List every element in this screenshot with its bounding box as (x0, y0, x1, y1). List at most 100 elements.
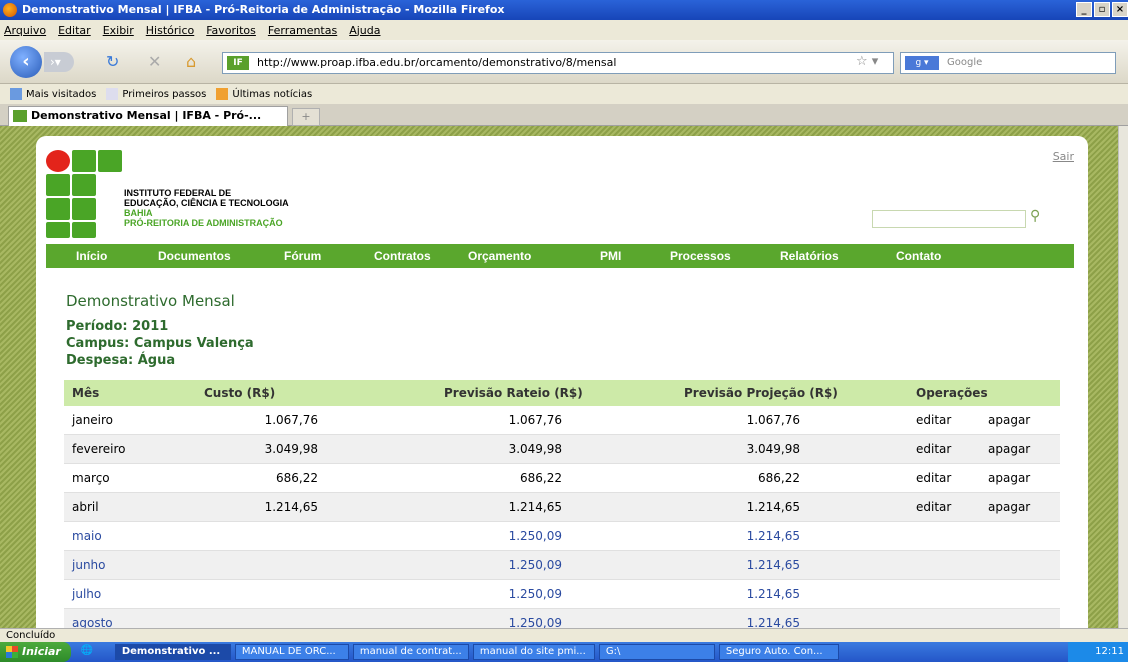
edit-link[interactable]: editar (916, 435, 951, 464)
cell-rateio: 1.250,09 (508, 616, 562, 628)
menubar: Arquivo Editar Exibir Histórico Favorito… (0, 20, 1128, 40)
table-row: abril 1.214,65 1.214,65 1.214,65 editar apaga… (64, 493, 1060, 522)
table-row: maio 1.250,09 1.214,65 (64, 522, 1060, 551)
nav-processos[interactable]: Processos (670, 249, 731, 263)
table-row: agosto 1.250,09 1.214,65 (64, 609, 1060, 628)
edit-link[interactable]: editar (916, 406, 951, 435)
header-rateio: Previsão Rateio (R$) (444, 386, 583, 400)
menu-historico[interactable]: Histórico (146, 24, 194, 37)
bookmarks-toolbar: Mais visitados Primeiros passos Últimas … (0, 84, 1128, 104)
taskbar-item-manual-pmi[interactable]: manual do site pmi... (472, 644, 595, 660)
menu-exibir[interactable]: Exibir (103, 24, 134, 37)
edit-link[interactable]: editar (916, 493, 951, 522)
logo-red-circle (46, 150, 70, 172)
system-clock: 12:11 (1068, 642, 1128, 662)
table-body: janeiro 1.067,76 1.067,76 1.067,76 editar apa… (64, 406, 1060, 628)
bookmark-primeiros-passos[interactable]: Primeiros passos (106, 88, 206, 100)
navigation-toolbar: ‹ ›▾ ↻ ✕ ⌂ IF http://www.proap.ifba.edu.… (0, 40, 1128, 84)
search-icon[interactable]: ⚲ (1030, 208, 1040, 224)
search-engine-icon[interactable]: g ▾ (905, 56, 939, 70)
delete-link[interactable]: apagar (988, 435, 1030, 464)
cell-mes[interactable]: junho (72, 551, 106, 580)
report-info: Período: 2011 Campus: Campus Valença Des… (66, 318, 254, 369)
browser-search-input[interactable]: g ▾ Google (900, 52, 1116, 74)
cell-mes: março (72, 471, 110, 485)
bookmark-mais-visitados[interactable]: Mais visitados (10, 88, 96, 100)
taskbar-item-drive-g[interactable]: G:\ (598, 644, 715, 660)
reload-icon[interactable]: ↻ (106, 52, 119, 72)
cell-mes[interactable]: maio (72, 522, 102, 551)
cell-projecao: 1.214,65 (746, 587, 800, 601)
header-mes: Mês (72, 386, 100, 400)
cell-projecao: 3.049,98 (746, 442, 800, 456)
url-text: http://www.proap.ifba.edu.br/orcamento/d… (257, 56, 617, 69)
monthly-table: Mês Custo (R$) Previsão Rateio (R$) Prev… (64, 380, 1060, 628)
tab-title: Demonstrativo Mensal | IFBA - Pró-... (31, 109, 262, 122)
cell-mes[interactable]: julho (72, 580, 101, 609)
header-projecao: Previsão Projeção (R$) (684, 386, 838, 400)
window-title: Demonstrativo Mensal | IFBA - Pró-Reitor… (22, 3, 505, 16)
nav-contato[interactable]: Contato (896, 249, 941, 263)
taskbar-item-demonstrativo[interactable]: Demonstrativo ... (114, 644, 231, 660)
tab-demonstrativo[interactable]: Demonstrativo Mensal | IFBA - Pró-... (8, 106, 288, 126)
nav-contratos[interactable]: Contratos (374, 249, 431, 263)
bookmark-ultimas-noticias[interactable]: Últimas notícias (216, 88, 312, 100)
periodo-label: Período: 2011 (66, 319, 169, 334)
cell-mes: janeiro (72, 413, 114, 427)
menu-editar[interactable]: Editar (58, 24, 91, 37)
cell-custo: 1.214,65 (264, 500, 318, 514)
menu-ajuda[interactable]: Ajuda (349, 24, 380, 37)
nav-forum[interactable]: Fórum (284, 249, 321, 263)
url-bar[interactable]: IF http://www.proap.ifba.edu.br/orcament… (222, 52, 894, 74)
minimize-button[interactable]: _ (1076, 2, 1092, 17)
menu-ferramentas[interactable]: Ferramentas (268, 24, 337, 37)
cell-mes[interactable]: agosto (72, 609, 113, 628)
delete-link[interactable]: apagar (988, 464, 1030, 493)
nav-inicio[interactable]: Início (76, 249, 107, 263)
cell-custo: 1.067,76 (264, 413, 318, 427)
taskbar-item-manual-contrat[interactable]: manual de contrat... (352, 644, 469, 660)
header-custo: Custo (R$) (204, 386, 276, 400)
page-container: INSTITUTO FEDERAL DE EDUCAÇÃO, CIÊNCIA E… (36, 136, 1088, 628)
nav-orcamento[interactable]: Orçamento (468, 249, 531, 263)
cell-rateio: 1.214,65 (508, 500, 562, 514)
header-operacoes: Operações (916, 386, 988, 400)
edit-link[interactable]: editar (916, 464, 951, 493)
back-arrow-icon[interactable]: ‹ (10, 46, 42, 78)
tab-strip: Demonstrativo Mensal | IFBA - Pró-... + (0, 104, 1128, 126)
table-row: fevereiro 3.049,98 3.049,98 3.049,98 editar a… (64, 435, 1060, 464)
cell-rateio: 1.250,09 (508, 558, 562, 572)
new-tab-button[interactable]: + (292, 108, 320, 126)
cell-mes: fevereiro (72, 442, 126, 456)
start-button[interactable]: Iniciar (0, 642, 71, 662)
page-icon (106, 88, 119, 100)
quick-launch-icons[interactable]: 🌐 (75, 644, 111, 660)
taskbar-item-manual-orc[interactable]: MANUAL DE ORC... (234, 644, 349, 660)
vertical-scrollbar[interactable] (1118, 126, 1128, 628)
table-row: março 686,22 686,22 686,22 editar apagar (64, 464, 1060, 493)
taskbar-item-seguro[interactable]: Seguro Auto. Con... (718, 644, 839, 660)
firefox-icon (3, 3, 17, 17)
nav-documentos[interactable]: Documentos (158, 249, 231, 263)
delete-link[interactable]: apagar (988, 493, 1030, 522)
forward-arrow-icon[interactable]: ›▾ (44, 52, 74, 72)
cell-custo: 686,22 (276, 471, 318, 485)
cell-rateio: 1.250,09 (508, 587, 562, 601)
nav-relatorios[interactable]: Relatórios (780, 249, 839, 263)
site-favicon: IF (227, 56, 249, 70)
close-button[interactable]: × (1112, 2, 1128, 17)
cell-rateio: 1.067,76 (508, 413, 562, 427)
maximize-button[interactable]: ▫ (1094, 2, 1110, 17)
cell-projecao: 1.214,65 (746, 529, 800, 543)
window-titlebar: Demonstrativo Mensal | IFBA - Pró-Reitor… (0, 0, 1128, 20)
home-icon[interactable]: ⌂ (186, 52, 196, 72)
menu-arquivo[interactable]: Arquivo (4, 24, 46, 37)
logout-link[interactable]: Sair (1053, 150, 1074, 163)
site-search-input[interactable] (872, 210, 1026, 228)
delete-link[interactable]: apagar (988, 406, 1030, 435)
bookmark-star-icon[interactable]: ☆ ▾ (856, 54, 878, 69)
campus-label: Campus: Campus Valença (66, 336, 254, 351)
menu-favoritos[interactable]: Favoritos (206, 24, 256, 37)
nav-pmi[interactable]: PMI (600, 249, 621, 263)
stop-icon[interactable]: ✕ (148, 52, 161, 72)
